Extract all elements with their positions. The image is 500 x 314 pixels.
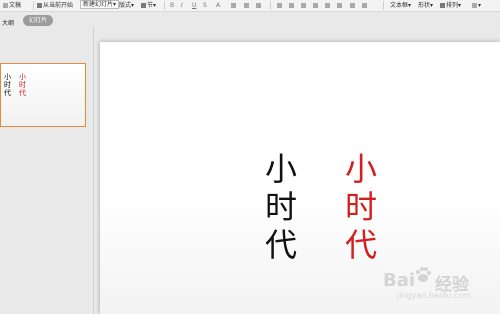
chevron-down-icon: ▾ — [408, 2, 412, 9]
columns-icon — [362, 3, 367, 8]
text-direction-button[interactable] — [350, 1, 356, 10]
vertical-text-black[interactable]: 小 时 代 — [263, 150, 299, 264]
shadow-button[interactable]: S — [203, 1, 207, 10]
ribbon-divider — [33, 1, 34, 10]
panel-tabs: 大纲 幻灯片 — [0, 12, 98, 38]
align-right-button[interactable] — [301, 1, 307, 10]
columns-button[interactable] — [362, 1, 368, 10]
arrange-icon — [440, 3, 445, 8]
underline-button[interactable]: U — [192, 1, 196, 10]
font-color-button[interactable]: A — [216, 1, 220, 10]
baidu-watermark: Bai 经验 jingyan.baidu.com — [383, 266, 495, 306]
ribbon-toolbar: 文稿 从当前开始 新建幻灯片▾ 版式▾ 节▾ B I U S A 文本框▾ 形状… — [0, 0, 500, 12]
tab-outline[interactable]: 大纲 — [2, 18, 14, 27]
align-right-icon — [301, 3, 306, 8]
bold-button[interactable]: B — [170, 1, 174, 10]
chevron-down-icon: ▾ — [131, 2, 135, 9]
paw-logo-icon — [416, 267, 431, 282]
slide-thumbnail[interactable]: 小 时 代 小 时 代 — [0, 63, 86, 127]
section-icon — [141, 3, 146, 8]
italic-button[interactable]: I — [181, 1, 183, 10]
clear-format-button[interactable] — [256, 1, 262, 10]
justify-button[interactable] — [313, 1, 319, 10]
more-button[interactable]: ▾ — [472, 1, 481, 10]
arrange-button[interactable]: 排列▾ — [440, 1, 461, 10]
distribute-icon — [325, 3, 330, 8]
subscript-icon — [244, 3, 249, 8]
thumbnail-text-black: 小 时 代 — [4, 73, 11, 97]
x2-button[interactable] — [231, 1, 237, 10]
superscript-icon — [231, 3, 236, 8]
textbox-button[interactable]: 文本框▾ — [390, 1, 411, 10]
chevron-down-icon: ▾ — [430, 2, 434, 9]
ribbon-divider — [270, 1, 271, 10]
chevron-down-icon: ▾ — [458, 2, 462, 9]
slide-icon — [3, 3, 8, 8]
align-left-button[interactable] — [277, 1, 283, 10]
shape-button[interactable]: 形状▾ — [418, 1, 433, 10]
chevron-down-icon: ▾ — [113, 1, 117, 8]
align-left-icon — [277, 3, 282, 8]
chevron-down-icon: ▾ — [478, 2, 482, 9]
ribbon-divider — [164, 1, 165, 10]
ribbon-divider — [383, 1, 384, 10]
thumbnail-text-red: 小 时 代 — [19, 73, 26, 97]
more-icon — [472, 3, 477, 8]
layout-button[interactable]: 版式▾ — [119, 1, 134, 10]
x2-sub-button[interactable] — [244, 1, 250, 10]
line-spacing-button[interactable] — [337, 1, 343, 10]
chevron-down-icon: ▾ — [153, 2, 157, 9]
align-center-icon — [289, 3, 294, 8]
line-spacing-icon — [337, 3, 342, 8]
tab-slides[interactable]: 幻灯片 — [23, 15, 54, 26]
section-button[interactable]: 节▾ — [141, 1, 156, 10]
clear-format-icon — [256, 3, 261, 8]
vertical-text-red[interactable]: 小 时 代 — [343, 150, 379, 264]
play-from-current-icon — [37, 3, 42, 8]
justify-icon — [313, 3, 318, 8]
play-from-current-button[interactable]: 从当前开始 — [37, 1, 73, 10]
new-slide-button[interactable]: 新建幻灯片▾ — [80, 0, 120, 9]
text-direction-icon — [350, 3, 355, 8]
slide-panel: 小 时 代 小 时 代 — [0, 27, 94, 314]
ribbon-item-0[interactable]: 文稿 — [3, 1, 21, 10]
align-center-button[interactable] — [289, 1, 295, 10]
distribute-button[interactable] — [325, 1, 331, 10]
